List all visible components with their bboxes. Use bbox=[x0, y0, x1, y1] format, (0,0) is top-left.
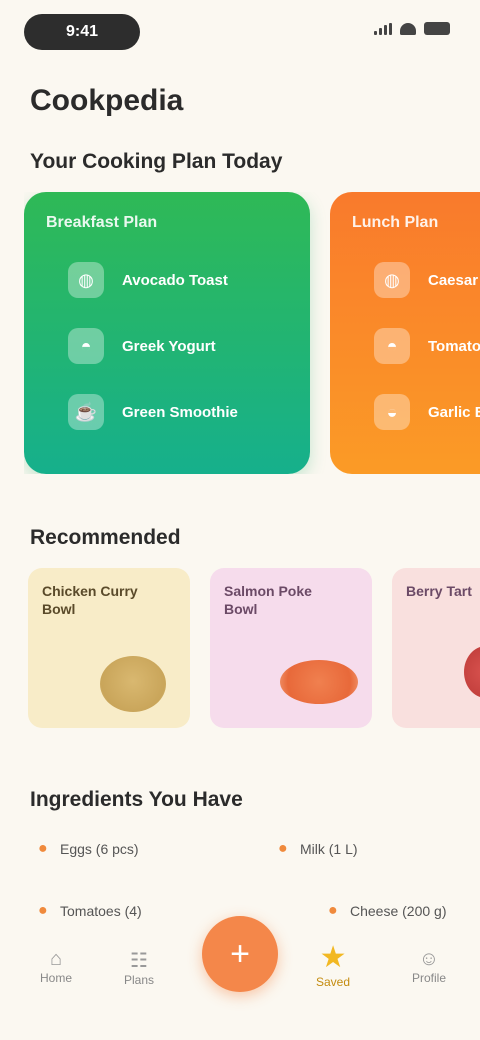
recipe-card[interactable]: Chicken Curry Bowl bbox=[28, 568, 190, 728]
ingredient-item[interactable]: ● Milk (1 L) bbox=[278, 840, 358, 858]
status-time: 9:41 bbox=[24, 14, 140, 50]
plan-item[interactable]: ◓ Greek Yogurt bbox=[46, 328, 288, 364]
tab-label: Profile bbox=[412, 971, 447, 985]
plan-card-title: Lunch Plan bbox=[352, 214, 439, 231]
dish-image bbox=[100, 656, 166, 712]
bread-icon: ◒ bbox=[374, 394, 410, 430]
tab-label: Saved bbox=[316, 975, 351, 989]
page-title: Cookpedia bbox=[30, 84, 184, 117]
plan-item[interactable]: ☕ Green Smoothie bbox=[46, 394, 288, 430]
soup-icon: ◓ bbox=[374, 328, 410, 364]
tab-saved[interactable]: ★ Saved bbox=[316, 940, 350, 989]
tab-label: Home bbox=[40, 971, 73, 985]
battery-icon bbox=[424, 22, 450, 35]
recommended-section-title: Recommended bbox=[30, 526, 181, 549]
ingredient-item[interactable]: ● Tomatoes (4) bbox=[38, 902, 142, 920]
signal-icon bbox=[374, 22, 392, 35]
recipe-card[interactable]: Berry Tart bbox=[392, 568, 480, 728]
ingredient-dot-icon: ● bbox=[328, 902, 338, 919]
dish-image bbox=[464, 646, 480, 698]
plan-item-label: Caesar Salad bbox=[428, 271, 480, 289]
plan-item[interactable]: ◓ Tomato Soup bbox=[352, 328, 480, 364]
egg-icon: ◍ bbox=[68, 262, 104, 298]
ingredient-dot-icon: ● bbox=[38, 902, 48, 919]
plan-item-label: Greek Yogurt bbox=[122, 337, 216, 355]
plan-item-label: Tomato Soup bbox=[428, 337, 480, 355]
dish-image bbox=[280, 660, 358, 704]
ingredient-item[interactable]: ● Eggs (6 pcs) bbox=[38, 840, 139, 858]
list-icon: ☷ bbox=[130, 950, 148, 972]
salad-icon: ◍ bbox=[374, 262, 410, 298]
status-bar: 9:41 bbox=[0, 0, 480, 64]
bowl-icon: ◓ bbox=[68, 328, 104, 364]
plan-card-title: Breakfast Plan bbox=[46, 214, 158, 231]
recommended-carousel[interactable]: Chicken Curry Bowl Salmon Poke Bowl Berr… bbox=[28, 568, 480, 728]
ingredient-label: Cheese (200 g) bbox=[350, 903, 447, 919]
plan-item[interactable]: ◍ Avocado Toast bbox=[46, 262, 288, 298]
ingredient-label: Tomatoes (4) bbox=[60, 903, 142, 919]
tab-plans[interactable]: ☷ Plans bbox=[124, 948, 154, 987]
ingredient-label: Milk (1 L) bbox=[300, 841, 358, 857]
plan-item[interactable]: ◍ Caesar Salad bbox=[352, 262, 480, 298]
tab-profile[interactable]: ☺ Profile bbox=[412, 948, 446, 985]
ingredient-dot-icon: ● bbox=[278, 840, 288, 857]
plans-section-title: Your Cooking Plan Today bbox=[30, 150, 283, 173]
add-button[interactable]: + bbox=[202, 916, 278, 992]
ingredient-dot-icon: ● bbox=[38, 840, 48, 857]
status-icons bbox=[374, 22, 450, 35]
tab-bar: ⌂ Home ☷ Plans + ★ Saved ☺ Profile bbox=[0, 916, 480, 1040]
ingredient-label: Eggs (6 pcs) bbox=[60, 841, 139, 857]
home-icon: ⌂ bbox=[49, 948, 63, 970]
recipe-name: Chicken Curry Bowl bbox=[42, 583, 138, 617]
recipe-name: Berry Tart bbox=[406, 583, 472, 599]
tab-home[interactable]: ⌂ Home bbox=[40, 948, 72, 985]
plan-item-label: Avocado Toast bbox=[122, 271, 228, 289]
plan-item-label: Garlic Bread bbox=[428, 403, 480, 421]
wifi-icon bbox=[400, 22, 416, 35]
ingredient-item[interactable]: ● Cheese (200 g) bbox=[328, 902, 447, 920]
ingredients-section-title: Ingredients You Have bbox=[30, 788, 243, 811]
plan-card-breakfast[interactable]: Breakfast Plan ◍ Avocado Toast ◓ Greek Y… bbox=[24, 192, 310, 474]
plan-item[interactable]: ◒ Garlic Bread bbox=[352, 394, 480, 430]
plan-carousel[interactable]: Breakfast Plan ◍ Avocado Toast ◓ Greek Y… bbox=[24, 192, 480, 474]
star-icon: ★ bbox=[319, 941, 347, 974]
cup-icon: ☕ bbox=[68, 394, 104, 430]
recipe-card[interactable]: Salmon Poke Bowl bbox=[210, 568, 372, 728]
profile-icon: ☺ bbox=[418, 948, 440, 970]
plan-card-lunch[interactable]: Lunch Plan ◍ Caesar Salad ◓ Tomato Soup … bbox=[330, 192, 480, 474]
recipe-name: Salmon Poke Bowl bbox=[224, 583, 312, 617]
tab-label: Plans bbox=[124, 973, 155, 987]
plan-item-label: Green Smoothie bbox=[122, 403, 238, 421]
